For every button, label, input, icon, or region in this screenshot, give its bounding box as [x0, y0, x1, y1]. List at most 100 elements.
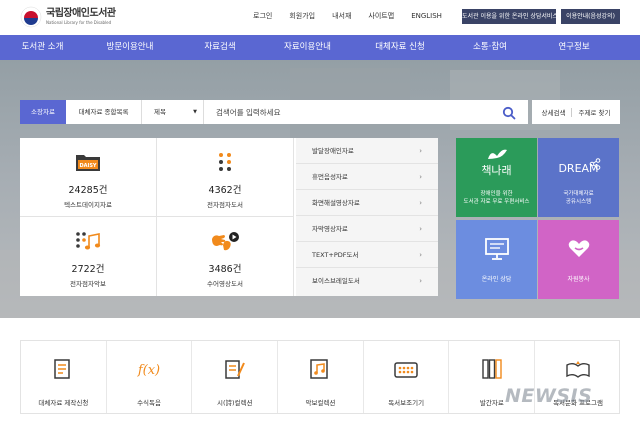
link-label: 휴먼음성자료	[312, 173, 348, 181]
service-label: 독서보조기기	[388, 399, 425, 407]
tile-volunteer[interactable]: 자원봉사	[538, 220, 619, 299]
service-reading-devices[interactable]: 독서보조기기	[364, 341, 450, 413]
login-link[interactable]: 로그인	[253, 11, 272, 21]
service-label: 수식독음	[137, 399, 161, 407]
link-developmental[interactable]: 발달장애인자료 ›	[296, 138, 438, 164]
stat-label: 전자점자악보	[70, 280, 106, 288]
svg-text:f(x): f(x)	[137, 363, 160, 378]
tile-desc-line: 도서관 자료 무료 우편서비스	[463, 199, 530, 205]
signup-link[interactable]: 회원가입	[289, 11, 315, 21]
nav-library-intro[interactable]: 도서관 소개	[0, 35, 85, 60]
subject-search-button[interactable]: 주제로 찾기	[578, 107, 610, 117]
stat-braille-books[interactable]: 4362건 전자점자도서	[157, 138, 294, 217]
search-field-select[interactable]: 제목 ▼	[142, 100, 204, 124]
service-label: 악보컬렉션	[305, 399, 336, 407]
stat-daisy[interactable]: DAISY 24285건 텍스트데이지자료	[20, 138, 157, 217]
braille-music-icon	[75, 231, 101, 255]
publication-icon	[480, 357, 504, 385]
link-subtitled-video[interactable]: 자막영상자료 ›	[296, 216, 438, 242]
caret-down-icon: ▼	[193, 109, 197, 115]
service-poem-collection[interactable]: 시(詩)컬렉션	[192, 341, 279, 413]
service-formula-reading[interactable]: f(x) 수식독음	[107, 341, 193, 413]
link-label: TEXT+PDF도서	[312, 251, 359, 259]
search-icon[interactable]	[502, 105, 516, 120]
stat-label: 전자점자도서	[207, 201, 243, 209]
search-input[interactable]	[204, 100, 500, 124]
monitor-icon	[484, 237, 510, 265]
tile-title: 책나래	[481, 164, 512, 177]
tile-label: 온라인 상담	[481, 276, 512, 283]
chevron-right-icon: ›	[419, 147, 422, 155]
nav-alternative-request[interactable]: 대체자료 신청	[350, 35, 450, 60]
service-label: 시(詩)컬렉션	[216, 399, 253, 407]
formula-icon: f(x)	[137, 357, 161, 385]
stat-count: 3486건	[208, 264, 242, 275]
poem-icon	[223, 357, 247, 385]
chevron-right-icon: ›	[419, 173, 422, 181]
chevron-right-icon: ›	[419, 277, 422, 285]
nav-research[interactable]: 연구정보	[530, 35, 618, 60]
link-voice-braille[interactable]: 보이스브레일도서 ›	[296, 268, 438, 294]
nav-community[interactable]: 소통·참여	[450, 35, 530, 60]
stat-count: 2722건	[71, 264, 105, 275]
tab-holdings[interactable]: 소장자료	[20, 100, 66, 124]
collection-stats-panel: DAISY 24285건 텍스트데이지자료 4362건 전자점자도서 2722건…	[20, 138, 438, 296]
tile-title: DREAM	[558, 162, 599, 175]
logo[interactable]: 국립장애인도서관 National Library for the Disabl…	[20, 6, 116, 28]
search-field-value: 제목	[154, 108, 166, 116]
divider	[571, 107, 573, 117]
service-label: 대체자료 제작신청	[38, 399, 89, 407]
service-alternative-request[interactable]: 대체자료 제작신청	[21, 341, 107, 413]
nav-visit-guide[interactable]: 방문이용안내	[85, 35, 175, 60]
link-label: 자막영상자료	[312, 225, 348, 233]
tile-desc-line: 장애인을 위한	[480, 191, 513, 197]
daisy-folder-icon: DAISY	[75, 152, 101, 176]
material-links: 발달장애인자료 › 휴먼음성자료 › 화면해설영상자료 › 자막영상자료 › T…	[296, 138, 438, 296]
heart-hands-icon	[566, 237, 592, 265]
tile-chaeknarae[interactable]: 책나래 장애인을 위한 도서관 자료 무료 우편서비스	[456, 138, 537, 217]
tile-description: 국가대체자료 공유시스템	[538, 190, 619, 206]
stat-sign-video[interactable]: 3486건 수어영상도서	[157, 217, 294, 296]
sitemap-link[interactable]: 사이트맵	[368, 11, 394, 21]
sign-video-icon	[210, 231, 240, 257]
reading-device-icon	[393, 357, 419, 385]
utility-links: 로그인 회원가입 내서재 사이트맵 ENGLISH	[253, 11, 459, 21]
tile-description: 장애인을 위한 도서관 자료 무료 우편서비스	[456, 190, 537, 206]
stat-braille-music[interactable]: 2722건 전자점자악보	[20, 217, 157, 296]
tab-union-catalog[interactable]: 대체자료 종합목록	[66, 100, 142, 124]
music-score-icon	[308, 357, 332, 385]
stat-count: 4362건	[208, 185, 242, 196]
newsis-watermark: NEWSIS	[505, 385, 593, 407]
stat-label: 텍스트데이지자료	[64, 201, 112, 209]
nav-search[interactable]: 자료검색	[175, 35, 265, 60]
tile-dream[interactable]: DREAM 국가대체자료 공유시스템	[538, 138, 619, 217]
chevron-right-icon: ›	[419, 225, 422, 233]
tile-label: 자원봉사	[567, 276, 590, 283]
chevron-right-icon: ›	[419, 199, 422, 207]
svg-text:DAISY: DAISY	[79, 163, 96, 169]
link-label: 화면해설영상자료	[312, 199, 360, 207]
braille-dots-icon	[218, 152, 232, 176]
link-label: 보이스브레일도서	[312, 277, 360, 285]
search-extra: 상세검색 주제로 찾기	[532, 100, 620, 124]
usage-guide-button[interactable]: 이용안내(음성강의)	[561, 9, 620, 24]
tile-online-counsel[interactable]: 온라인 상담	[456, 220, 537, 299]
service-music-collection[interactable]: 악보컬렉션	[278, 341, 364, 413]
main-nav: 도서관 소개 방문이용안내 자료검색 자료이용안내 대체자료 신청 소통·참여 …	[0, 35, 640, 60]
advanced-search-button[interactable]: 상세검색	[542, 107, 566, 117]
english-link[interactable]: ENGLISH	[411, 12, 442, 20]
link-label: 발달장애인자료	[312, 147, 354, 155]
stat-count: 24285건	[68, 185, 108, 196]
logo-subtitle: National Library for the Disabled	[46, 20, 112, 25]
link-human-voice[interactable]: 휴먼음성자료 ›	[296, 164, 438, 190]
link-text-pdf[interactable]: TEXT+PDF도서 ›	[296, 242, 438, 268]
stat-label: 수어영상도서	[207, 280, 243, 288]
tile-desc-line: 공유시스템	[565, 199, 592, 205]
request-document-icon	[51, 357, 75, 385]
reading-program-icon	[565, 357, 591, 385]
my-library-link[interactable]: 내서재	[332, 11, 351, 21]
link-audio-description[interactable]: 화면해설영상자료 ›	[296, 190, 438, 216]
nav-usage-guide[interactable]: 자료이용안내	[265, 35, 350, 60]
online-counsel-button[interactable]: 도서관 이용을 위한 온라인 상담서비스	[462, 9, 558, 24]
tile-desc-line: 국가대체자료	[563, 191, 594, 197]
